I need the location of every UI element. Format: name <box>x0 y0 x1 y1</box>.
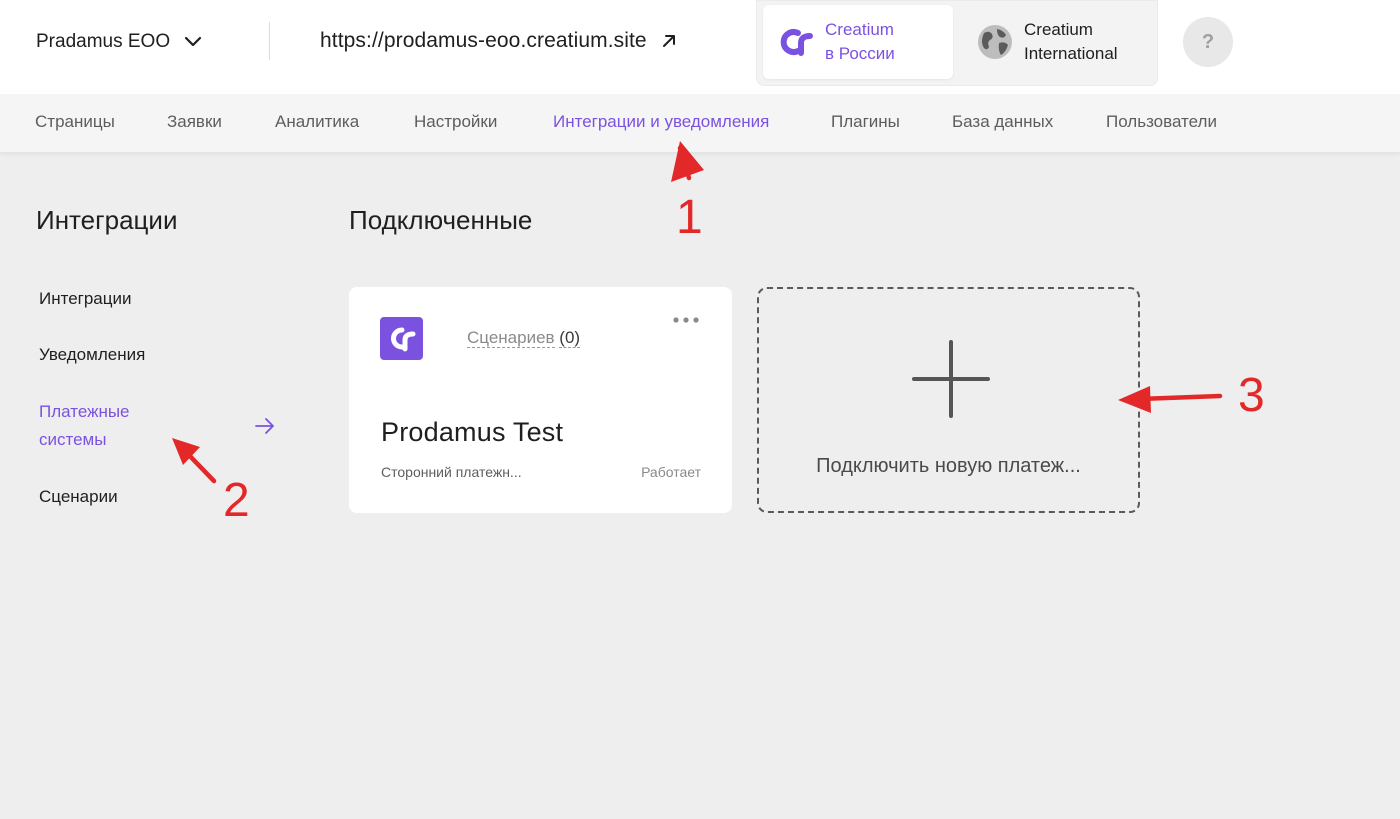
creatium-logo-icon <box>380 317 423 360</box>
nav-plugins[interactable]: Плагины <box>831 112 900 132</box>
nav-requests[interactable]: Заявки <box>167 112 222 132</box>
nav-database[interactable]: База данных <box>952 112 1053 132</box>
annotation-arrow-2 <box>172 438 217 484</box>
chevron-down-icon <box>184 36 202 48</box>
add-payment-system-tile[interactable]: Подключить новую платеж... <box>757 287 1140 513</box>
region-switch: Creatium в России Creatium International <box>756 0 1158 86</box>
sidebar-item-payment-systems[interactable]: Платежные системы <box>39 398 159 454</box>
main-nav: Страницы Заявки Аналитика Настройки Инте… <box>0 94 1400 153</box>
annotation-number-3: 3 <box>1238 369 1265 422</box>
creatium-logo-icon <box>779 27 815 57</box>
annotation-number-1: 1 <box>676 191 703 244</box>
integration-card[interactable]: Сценариев (0) Prodamus Test Сторонний пл… <box>349 287 732 513</box>
header-divider <box>269 22 270 60</box>
nav-users[interactable]: Пользователи <box>1106 112 1217 132</box>
scenarios-count: (0) <box>559 328 581 348</box>
site-url-link[interactable]: https://prodamus-eoo.creatium.site <box>320 29 677 53</box>
top-header: Pradamus EOO https://prodamus-eoo.creati… <box>0 0 1400 94</box>
card-status: Работает <box>641 464 701 480</box>
globe-icon <box>977 24 1013 60</box>
sidebar-item-integrations[interactable]: Интеграции <box>39 285 132 313</box>
region-international-option[interactable]: Creatium International <box>975 5 1155 79</box>
plus-icon <box>912 340 990 418</box>
connected-title: Подключенные <box>349 205 533 235</box>
nav-analytics[interactable]: Аналитика <box>275 112 359 132</box>
company-name: Pradamus EOO <box>36 31 171 52</box>
card-description: Сторонний платежн... <box>381 464 522 480</box>
card-title: Prodamus Test <box>381 417 564 447</box>
nav-pages[interactable]: Страницы <box>35 112 115 132</box>
nav-integrations[interactable]: Интеграции и уведомления <box>553 112 769 132</box>
annotation-number-2: 2 <box>223 474 250 527</box>
region-russia-label: Creatium в России <box>825 20 895 63</box>
site-url: https://prodamus-eoo.creatium.site <box>320 29 647 52</box>
sidebar-item-notifications[interactable]: Уведомления <box>39 341 145 369</box>
nav-settings[interactable]: Настройки <box>414 112 497 132</box>
sidebar-item-scenarios[interactable]: Сценарии <box>39 483 118 511</box>
sidebar-title: Интеграции <box>36 205 178 235</box>
more-dots-icon[interactable] <box>671 315 703 325</box>
arrow-right-icon <box>254 416 276 436</box>
help-button[interactable]: ? <box>1183 17 1233 67</box>
external-link-icon <box>661 33 677 49</box>
scenarios-label: Сценариев <box>467 328 555 348</box>
region-russia-option[interactable]: Creatium в России <box>763 5 953 79</box>
company-selector[interactable]: Pradamus EOO <box>36 30 202 54</box>
scenarios-link[interactable]: Сценариев (0) <box>467 328 581 348</box>
add-payment-label: Подключить новую платеж... <box>816 455 1081 477</box>
region-international-label: Creatium International <box>1024 20 1118 63</box>
